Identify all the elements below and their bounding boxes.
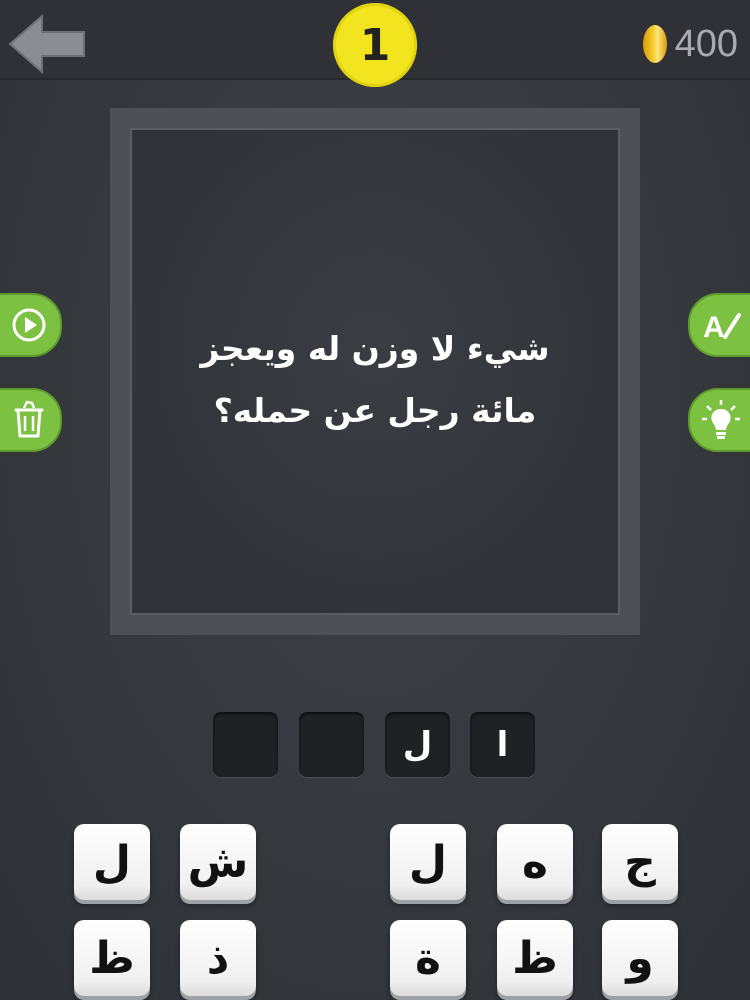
letter-key[interactable]: ل — [390, 824, 466, 900]
question-frame: شيء لا وزن له ويعجز مائة رجل عن حمله؟ — [110, 108, 640, 635]
lightbulb-icon — [702, 400, 740, 439]
letter-key[interactable]: ه — [497, 824, 573, 900]
play-icon — [12, 308, 46, 342]
reveal-letter-icon: A — [703, 311, 741, 343]
letter-key[interactable]: ظ — [497, 920, 573, 996]
letter-key[interactable]: و — [602, 920, 678, 996]
letter-key[interactable]: ة — [390, 920, 466, 996]
trash-icon — [14, 400, 44, 438]
riddle-text: شيء لا وزن له ويعجز مائة رجل عن حمله؟ — [130, 318, 620, 442]
level-badge: 1 — [333, 3, 417, 87]
letter-key[interactable]: ل — [74, 824, 150, 900]
arrow-left-icon — [8, 13, 85, 75]
letter-key[interactable]: ج — [602, 824, 678, 900]
letter-key[interactable]: ظ — [74, 920, 150, 996]
hint-button[interactable] — [688, 388, 750, 452]
answer-slot-2[interactable]: ل — [385, 712, 450, 777]
coin-count: 400 — [674, 22, 738, 65]
letter-key[interactable]: ذ — [180, 920, 256, 996]
answer-slot-1[interactable]: ا — [470, 712, 535, 777]
answer-slot-4[interactable] — [213, 712, 278, 777]
coin-icon — [642, 25, 667, 63]
back-button[interactable] — [8, 13, 88, 75]
riddle-line-2: مائة رجل عن حمله؟ — [213, 391, 537, 430]
remove-letters-button[interactable] — [0, 388, 62, 452]
top-bar: 1 400 — [0, 0, 750, 87]
answer-slot-3[interactable] — [299, 712, 364, 777]
riddle-line-1: شيء لا وزن له ويعجز — [200, 329, 550, 368]
reveal-letter-button[interactable]: A — [688, 293, 750, 357]
coin-counter: 400 — [642, 22, 738, 66]
letter-key[interactable]: ش — [180, 824, 256, 900]
play-button[interactable] — [0, 293, 62, 357]
svg-text:A: A — [703, 311, 725, 343]
